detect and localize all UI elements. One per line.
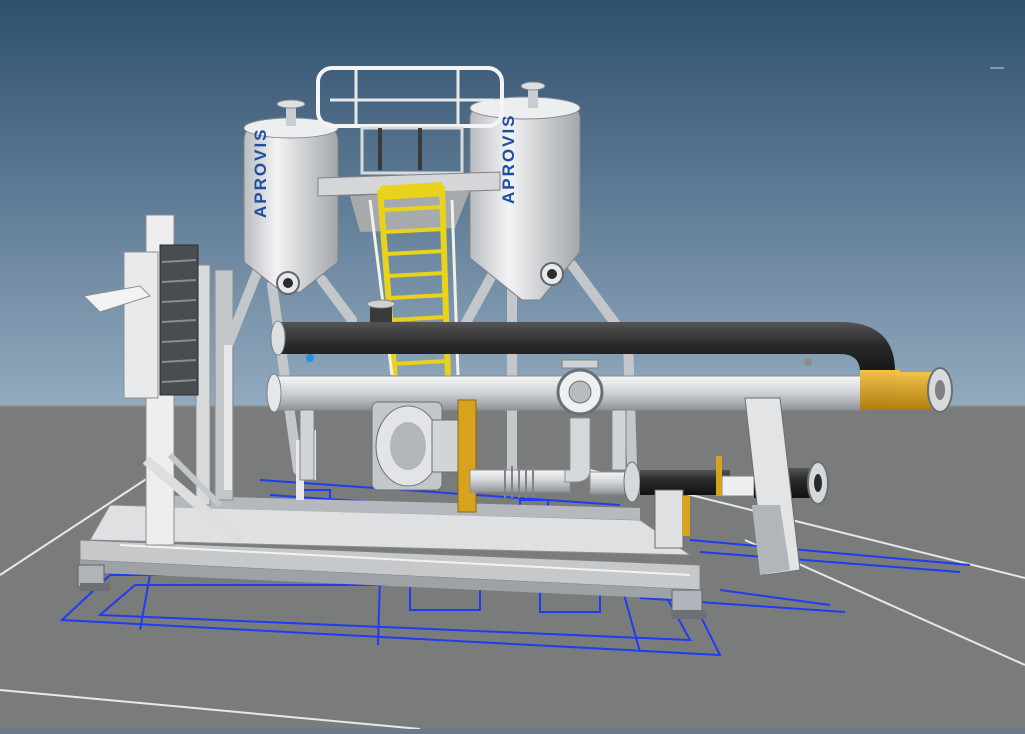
control-cabinet [123,251,159,399]
plant-model-render: APROVIS APROVIS [0,0,1025,730]
right-tank-brand-label: APROVIS [499,113,518,204]
copper-bend [860,370,900,410]
left-tank: APROVIS [243,99,339,295]
right-tank: APROVIS [469,81,581,301]
pump-bracket [457,399,477,513]
3d-plant-viewport[interactable]: APROVIS APROVIS [0,0,1025,730]
left-tank-brand-label: APROVIS [251,127,270,218]
